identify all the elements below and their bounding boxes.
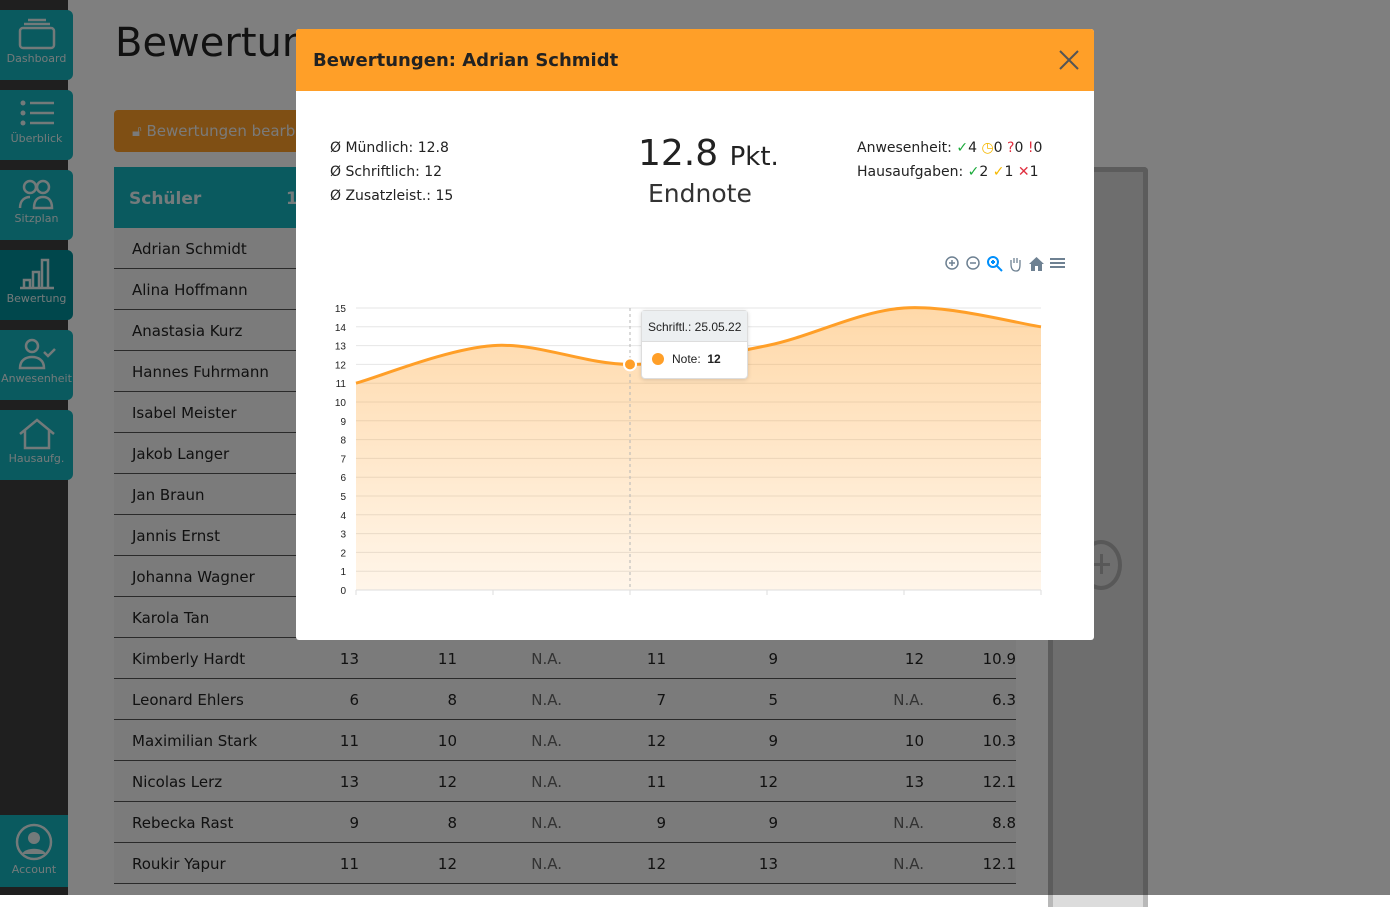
close-icon[interactable] [1056, 47, 1082, 73]
y-tick-label: 7 [340, 454, 346, 465]
present-count: 4 [968, 140, 977, 156]
partial-count: 1 [1004, 164, 1014, 180]
avg-extra: Ø Zusatzleist.: 15 [330, 188, 454, 204]
check-icon: ✓ [956, 140, 969, 156]
done-count: 2 [979, 164, 989, 180]
final-grade-value: 12.8 [638, 133, 719, 174]
tooltip-title: Schriftl.: 25.05.22 [642, 311, 747, 342]
unknown-count: 0 [1014, 140, 1024, 156]
modal-header: Bewertungen: Adrian Schmidt [296, 29, 1094, 91]
y-tick-label: 5 [340, 492, 346, 503]
attendance-label: Anwesenheit: [857, 140, 952, 156]
final-grade: 12.8 Pkt. [638, 133, 779, 174]
late-count: 0 [993, 140, 1003, 156]
final-grade-label: Endnote [648, 179, 752, 208]
chart-tooltip: Schriftl.: 25.05.22 Note: 12 [641, 310, 748, 379]
final-grade-unit: Pkt. [729, 142, 779, 172]
y-tick-label: 15 [335, 304, 347, 315]
y-tick-label: 14 [335, 323, 347, 334]
attendance-summary: Anwesenheit: ✓4 ◷0 ?0 !0 [857, 140, 1042, 156]
check-partial-icon: ✓ [992, 164, 1005, 180]
missing-count: 1 [1029, 164, 1039, 180]
y-tick-label: 9 [340, 417, 346, 428]
y-tick-label: 11 [336, 379, 347, 390]
avg-written: Ø Schriftlich: 12 [330, 164, 443, 180]
homework-summary: Hausaufgaben: ✓2 ✓1 ✕1 [857, 164, 1039, 180]
tooltip-value: 12 [707, 352, 721, 366]
grades-modal: Bewertungen: Adrian Schmidt Ø Mündlich: … [296, 29, 1094, 640]
y-tick-label: 8 [340, 436, 346, 447]
data-point[interactable] [623, 357, 637, 372]
series-dot-icon [652, 353, 664, 365]
y-tick-label: 3 [340, 530, 346, 541]
y-tick-label: 10 [335, 398, 347, 409]
y-tick-label: 12 [335, 360, 347, 371]
y-tick-label: 0 [340, 586, 346, 597]
cross-icon: ✕ [1017, 164, 1030, 180]
check-icon: ✓ [967, 164, 980, 180]
tooltip-series: Note: [672, 352, 701, 366]
homework-label: Hausaufgaben: [857, 164, 964, 180]
modal-title: Bewertungen: Adrian Schmidt [313, 50, 619, 71]
avg-oral: Ø Mündlich: 12.8 [330, 140, 449, 156]
absent-count: 0 [1033, 140, 1043, 156]
y-tick-label: 2 [340, 548, 346, 559]
y-tick-label: 1 [340, 567, 346, 578]
y-tick-label: 4 [340, 511, 346, 522]
y-tick-label: 6 [340, 473, 346, 484]
clock-icon: ◷ [981, 140, 994, 156]
y-tick-label: 13 [335, 342, 347, 353]
